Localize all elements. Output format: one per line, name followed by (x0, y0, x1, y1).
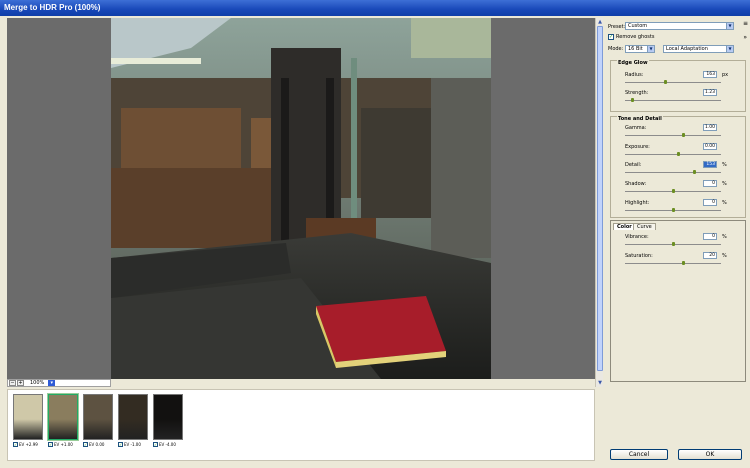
remove-ghosts-checkbox[interactable]: ✓ (608, 34, 614, 40)
exposure-label: EV -1.00 (124, 442, 141, 447)
highlight-input[interactable]: 0 (703, 199, 717, 206)
edge-glow-title: Edge Glow (617, 60, 649, 66)
zoom-control: − + 100% ▾ (7, 379, 111, 387)
image-viewport[interactable] (7, 18, 595, 379)
source-thumbnail[interactable]: ✓ EV 0.00 (83, 394, 113, 447)
method-select[interactable]: Local Adaptation ▼ (663, 45, 734, 53)
thumbnail-image[interactable] (48, 394, 78, 440)
saturation-slider[interactable] (625, 263, 721, 264)
shadow-unit: % (722, 181, 727, 187)
ok-button[interactable]: OK (678, 449, 742, 460)
thumbnail-image[interactable] (153, 394, 183, 440)
method-value: Local Adaptation (666, 46, 708, 52)
source-thumbnail[interactable]: ✓ EV +1.00 (48, 394, 78, 447)
chevron-down-icon[interactable]: ▾ (48, 380, 56, 386)
radius-slider[interactable] (625, 82, 721, 83)
remove-ghosts-label: Remove ghosts (616, 34, 655, 40)
exposure-label: EV -4.00 (159, 442, 176, 447)
detail-input[interactable]: 153 (703, 161, 717, 168)
include-checkbox[interactable]: ✓ (13, 442, 18, 447)
saturation-input[interactable]: 20 (703, 252, 717, 259)
edge-glow-group: Edge Glow (610, 60, 746, 112)
highlight-unit: % (722, 200, 727, 206)
collapse-icon[interactable]: » (743, 34, 747, 41)
thumbnail-image[interactable] (13, 394, 43, 440)
vibrance-slider-thumb[interactable] (672, 242, 675, 246)
chevron-down-icon[interactable]: ▼ (647, 46, 654, 52)
exposure-input[interactable]: 0.00 (703, 143, 717, 150)
radius-unit: px (722, 72, 729, 78)
exposure-slider-thumb[interactable] (676, 152, 680, 156)
tab-curve[interactable]: Curve (633, 223, 656, 230)
exposure-label: EV 0.00 (89, 442, 105, 447)
zoom-out-button[interactable]: − (9, 380, 16, 386)
scroll-up-icon[interactable]: ▲ (597, 19, 603, 25)
preset-value: Custom (628, 23, 648, 29)
preset-select[interactable]: Custom ▼ (625, 22, 734, 30)
preset-label: Preset: (608, 24, 626, 30)
source-thumbnail[interactable]: ✓ EV +2.99 (13, 394, 43, 447)
scroll-down-icon[interactable]: ▼ (597, 380, 603, 386)
strength-input[interactable]: 1.23 (703, 89, 717, 96)
shadow-input[interactable]: 0 (703, 180, 717, 187)
strength-label: Strength: (625, 90, 649, 96)
preview-area: ▲ ▼ − + 100% ▾ ✓ EV +2.99 ✓ EV +1.00 ✓ EV 0.0… (3, 16, 603, 465)
detail-slider-thumb[interactable] (693, 170, 697, 174)
include-checkbox[interactable]: ✓ (118, 442, 123, 447)
source-images-strip: ✓ EV +2.99 ✓ EV +1.00 ✓ EV 0.00 ✓ EV -1.00 ✓ EV -… (7, 389, 595, 461)
gamma-slider[interactable] (625, 135, 721, 136)
saturation-unit: % (722, 253, 727, 259)
gamma-input[interactable]: 1.00 (703, 124, 717, 131)
highlight-slider-thumb[interactable] (672, 208, 675, 212)
exposure-label: Exposure: (625, 144, 650, 150)
cancel-button[interactable]: Cancel (610, 449, 668, 460)
bit-depth-select[interactable]: 16 Bit ▼ (625, 45, 655, 53)
chevron-down-icon[interactable]: ▼ (726, 23, 733, 29)
hdr-preview-image (111, 18, 491, 379)
radius-slider-thumb[interactable] (664, 80, 668, 84)
strength-slider[interactable] (625, 100, 721, 101)
gamma-label: Gamma: (625, 125, 647, 131)
mode-label: Mode: (608, 46, 624, 52)
exposure-slider[interactable] (625, 154, 721, 155)
zoom-in-button[interactable]: + (17, 380, 24, 386)
strength-slider-thumb[interactable] (630, 98, 634, 102)
window-title: Merge to HDR Pro (100%) (0, 0, 750, 16)
settings-panel: Preset: Custom ▼ ≡ ✓ Remove ghosts » Mod… (606, 16, 750, 468)
saturation-slider-thumb[interactable] (681, 261, 685, 265)
bit-depth-value: 16 Bit (628, 46, 643, 52)
radius-input[interactable]: 163 (703, 71, 717, 78)
vertical-scrollbar[interactable]: ▲ ▼ (595, 18, 603, 387)
thumbnail-image[interactable] (118, 394, 148, 440)
shadow-slider-thumb[interactable] (672, 189, 675, 193)
scrollbar-thumb[interactable] (597, 26, 603, 371)
vibrance-input[interactable]: 0 (703, 233, 717, 240)
vibrance-label: Vibrance: (625, 234, 649, 240)
tone-detail-title: Tone and Detail (617, 116, 663, 122)
gamma-slider-thumb[interactable] (681, 133, 685, 137)
detail-label: Detail: (625, 162, 642, 168)
detail-unit: % (722, 162, 727, 168)
radius-label: Radius: (625, 72, 644, 78)
exposure-label: EV +1.00 (54, 442, 73, 447)
thumbnail-image[interactable] (83, 394, 113, 440)
highlight-label: Highlight: (625, 200, 650, 206)
chevron-down-icon[interactable]: ▼ (726, 46, 733, 52)
saturation-label: Saturation: (625, 253, 653, 259)
include-checkbox[interactable]: ✓ (48, 442, 53, 447)
detail-slider[interactable] (625, 172, 721, 173)
include-checkbox[interactable]: ✓ (83, 442, 88, 447)
include-checkbox[interactable]: ✓ (153, 442, 158, 447)
source-thumbnail[interactable]: ✓ EV -1.00 (118, 394, 148, 447)
source-thumbnail[interactable]: ✓ EV -4.00 (153, 394, 183, 447)
zoom-level[interactable]: 100% (30, 380, 44, 386)
preset-menu-icon[interactable]: ≡ (743, 20, 748, 27)
vibrance-unit: % (722, 234, 727, 240)
shadow-label: Shadow: (625, 181, 647, 187)
exposure-label: EV +2.99 (19, 442, 38, 447)
